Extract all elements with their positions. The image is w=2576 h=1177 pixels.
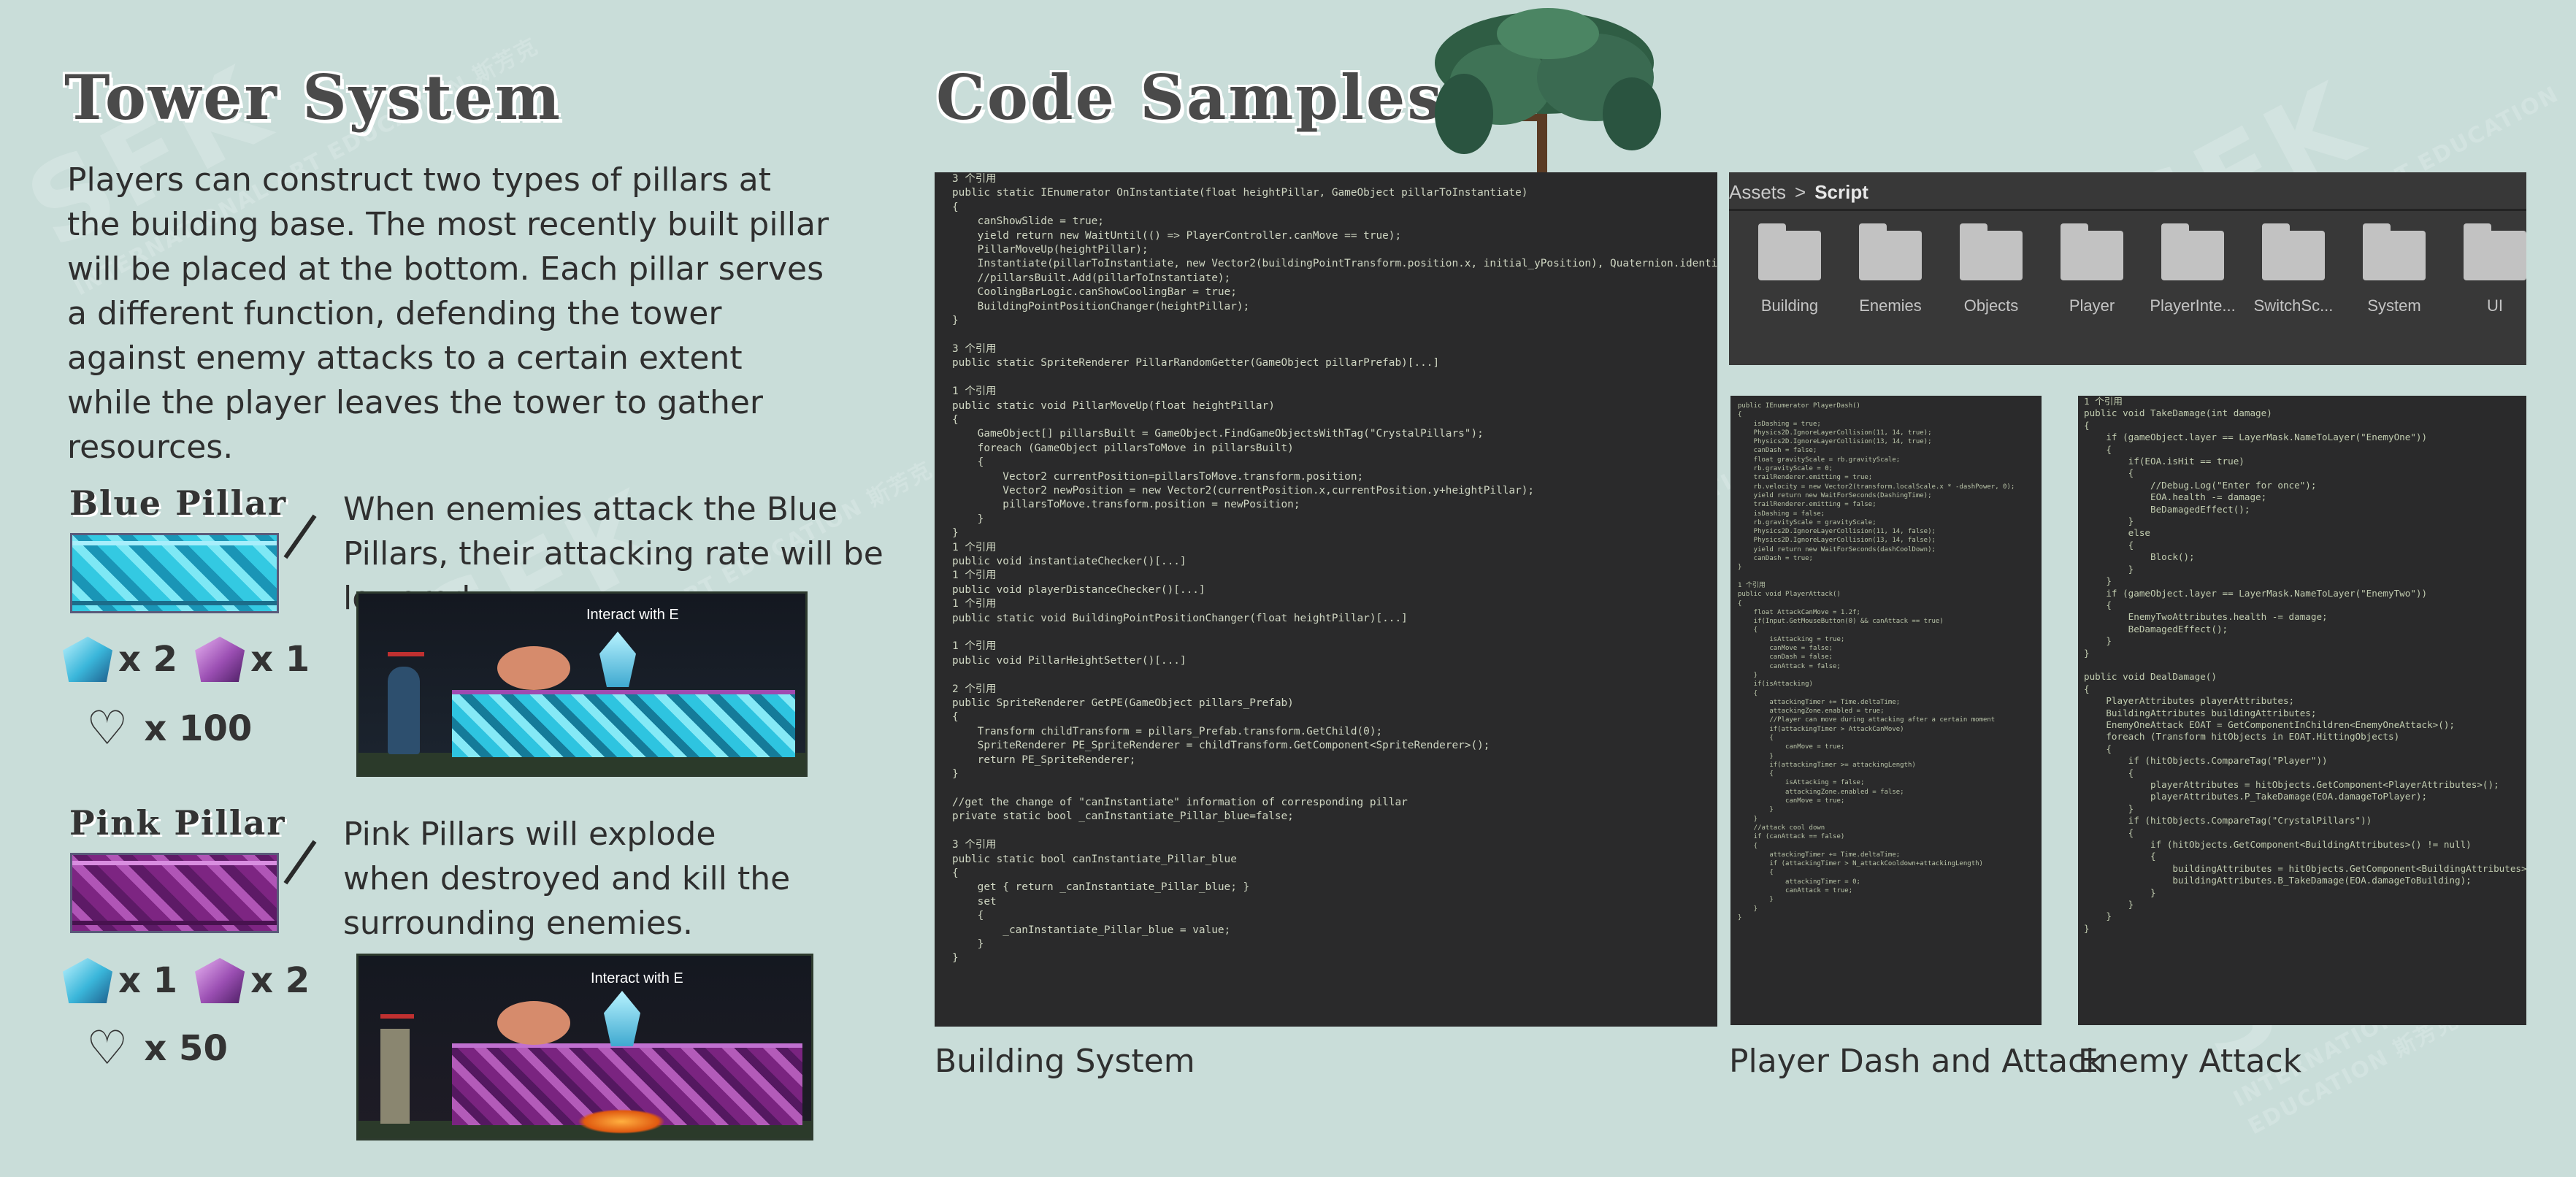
folder-label: Building [1760,296,1819,315]
enemy-attack-caption: Enemy Attack [2078,1043,2302,1080]
folder-label: UI [2487,296,2503,315]
blue-pillar-health: ♡ x 100 [86,705,252,752]
folder-icon [2061,223,2123,280]
project-folder-browser: Assets > Script Building Enemies Objects… [1729,172,2526,365]
folder-icon [1758,223,1821,280]
folder-icon [2161,223,2224,280]
pink-crystal-count: x 1 [250,639,310,680]
pink-pillar-title: Pink Pillar [69,803,286,843]
blue-pillar-sprite [70,533,279,613]
breadcrumb: Assets > Script [1729,178,1868,206]
blue-pillar-gameplay-screenshot: Interact with E [356,591,808,777]
building-system-code: 3 个引用 public static IEnumerator OnInstan… [952,173,1717,965]
player-dash-code: public IEnumerator PlayerDash() { isDash… [1738,402,2015,921]
folder-item[interactable]: UI [2455,223,2535,315]
pink-pillar-sprite [70,853,279,933]
folder-label: SwitchSc... [2253,296,2334,315]
blue-crystal-count: x 1 [118,960,178,1001]
pink-crystal-icon [195,637,245,682]
folder-item[interactable]: Building [1749,223,1830,315]
player-dash-code-panel: public IEnumerator PlayerDash() { isDash… [1730,396,2042,1025]
building-system-caption: Building System [935,1043,1195,1080]
folder-item[interactable]: Player [2052,223,2132,315]
folder-icon [2464,223,2526,280]
breadcrumb-script[interactable]: Script [1814,181,1868,204]
folder-icon [2363,223,2426,280]
pink-crystal-count: x 2 [250,960,310,1001]
pink-pillar-health: ♡ x 50 [86,1025,228,1072]
blue-pillar-cost: x 2 x 1 [63,637,310,682]
blue-crystal-icon [63,958,112,1003]
code-samples-title: Code Samples [936,61,1444,134]
blue-crystal-icon [63,637,112,682]
pink-crystal-icon [195,958,245,1003]
folder-list: Building Enemies Objects Player PlayerIn… [1749,223,2535,315]
blue-crystal-count: x 2 [118,639,178,680]
heart-icon: ♡ [86,1021,129,1076]
folder-item[interactable]: System [2354,223,2434,315]
chevron-right-icon: > [1795,180,1806,203]
pink-pillar-cost: x 1 x 2 [63,958,310,1003]
folder-icon [1960,223,2023,280]
interact-hint: Interact with E [591,970,683,986]
folder-item[interactable]: Enemies [1850,223,1931,315]
enemy-attack-code: 1 个引用 public void TakeDamage(int damage)… [2084,396,2526,934]
interact-hint: Interact with E [586,607,679,623]
folder-item[interactable]: SwitchSc... [2253,223,2334,315]
tower-intro-text: Players can construct two types of pilla… [67,161,829,466]
folder-label: Objects [1963,296,2019,315]
folder-label: Player [2069,296,2115,315]
pixel-tree-illustration [1435,8,1661,172]
pink-pillar-gameplay-screenshot: Interact with E [356,954,813,1140]
building-system-code-panel: 3 个引用 public static IEnumerator OnInstan… [935,172,1717,1027]
enemy-attack-code-panel: 1 个引用 public void TakeDamage(int damage)… [2078,396,2526,1025]
breadcrumb-assets[interactable]: Assets [1729,181,1786,204]
folder-label: Enemies [1859,296,1922,315]
folder-label: PlayerInte... [2150,296,2236,315]
breadcrumb-divider [1729,209,2526,211]
pink-pillar-description: Pink Pillars will explode when destroyed… [343,816,791,942]
tower-system-title: Tower System [64,61,563,134]
folder-item[interactable]: PlayerInte... [2150,223,2236,315]
divider-slash [283,514,317,559]
blue-pillar-hp: x 100 [144,708,253,749]
player-dash-caption: Player Dash and Attack [1729,1043,2104,1080]
folder-icon [1859,223,1922,280]
divider-slash [283,840,317,885]
folder-label: System [2367,296,2421,315]
blue-pillar-title: Blue Pillar [69,483,288,523]
folder-item[interactable]: Objects [1951,223,2031,315]
pink-pillar-hp: x 50 [144,1028,228,1069]
heart-icon: ♡ [86,702,129,756]
folder-icon [2262,223,2325,280]
